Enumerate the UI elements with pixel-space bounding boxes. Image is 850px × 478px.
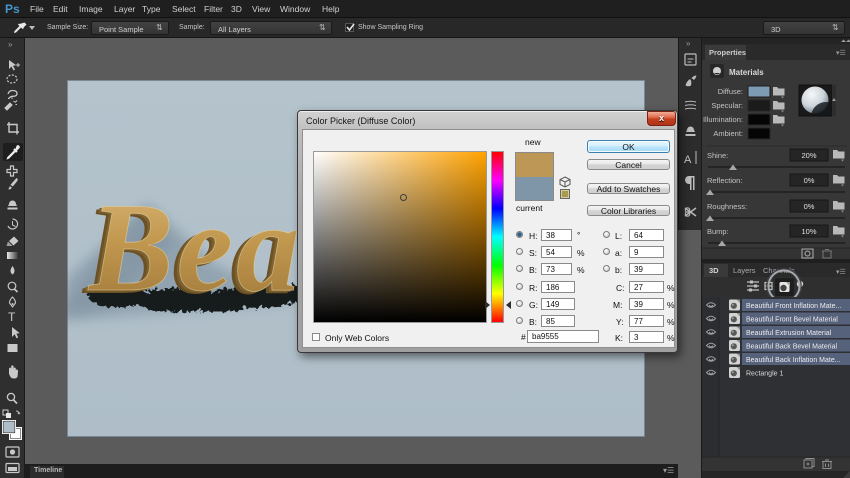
svg-text:Specular:: Specular: xyxy=(711,101,743,110)
svg-text:0%: 0% xyxy=(804,176,815,185)
svg-text:0%: 0% xyxy=(804,202,815,211)
svg-text:»: » xyxy=(8,40,13,49)
svg-text:Bea: Bea xyxy=(87,178,303,318)
svg-text:»: » xyxy=(686,39,691,48)
svg-text:Beautiful Back Inflation Mate.: Beautiful Back Inflation Mate... xyxy=(746,357,841,364)
svg-text:Shine:: Shine: xyxy=(707,151,728,160)
svg-text:Rectangle 1: Rectangle 1 xyxy=(746,371,783,378)
svg-text:T: T xyxy=(8,310,16,324)
svg-text:Ambient:: Ambient: xyxy=(713,129,743,138)
svg-text:3D: 3D xyxy=(709,266,719,275)
svg-text:20%: 20% xyxy=(801,151,816,160)
svg-text:Beautiful Front Inflation Mate: Beautiful Front Inflation Mate... xyxy=(746,303,841,310)
svg-text:Diffuse:: Diffuse: xyxy=(718,87,743,96)
svg-text:Beautiful Front Bevel Material: Beautiful Front Bevel Material xyxy=(746,317,838,324)
svg-text:▾☰: ▾☰ xyxy=(836,269,846,276)
svg-text:Properties: Properties xyxy=(709,48,746,57)
svg-text:Beautiful Extrusion Material: Beautiful Extrusion Material xyxy=(746,330,832,337)
svg-text:Bump:: Bump: xyxy=(707,227,729,236)
svg-text:▾☰: ▾☰ xyxy=(836,50,846,57)
svg-text:Materials: Materials xyxy=(729,68,764,77)
svg-text:A: A xyxy=(684,154,692,166)
svg-text:Roughness:: Roughness: xyxy=(707,202,747,211)
svg-text:Beautiful Back Bevel Material: Beautiful Back Bevel Material xyxy=(746,344,837,351)
svg-text:Illumination:: Illumination: xyxy=(703,115,743,124)
svg-text:Reflection:: Reflection: xyxy=(707,176,742,185)
svg-text:10%: 10% xyxy=(801,227,816,236)
svg-text:Layers: Layers xyxy=(733,266,756,275)
